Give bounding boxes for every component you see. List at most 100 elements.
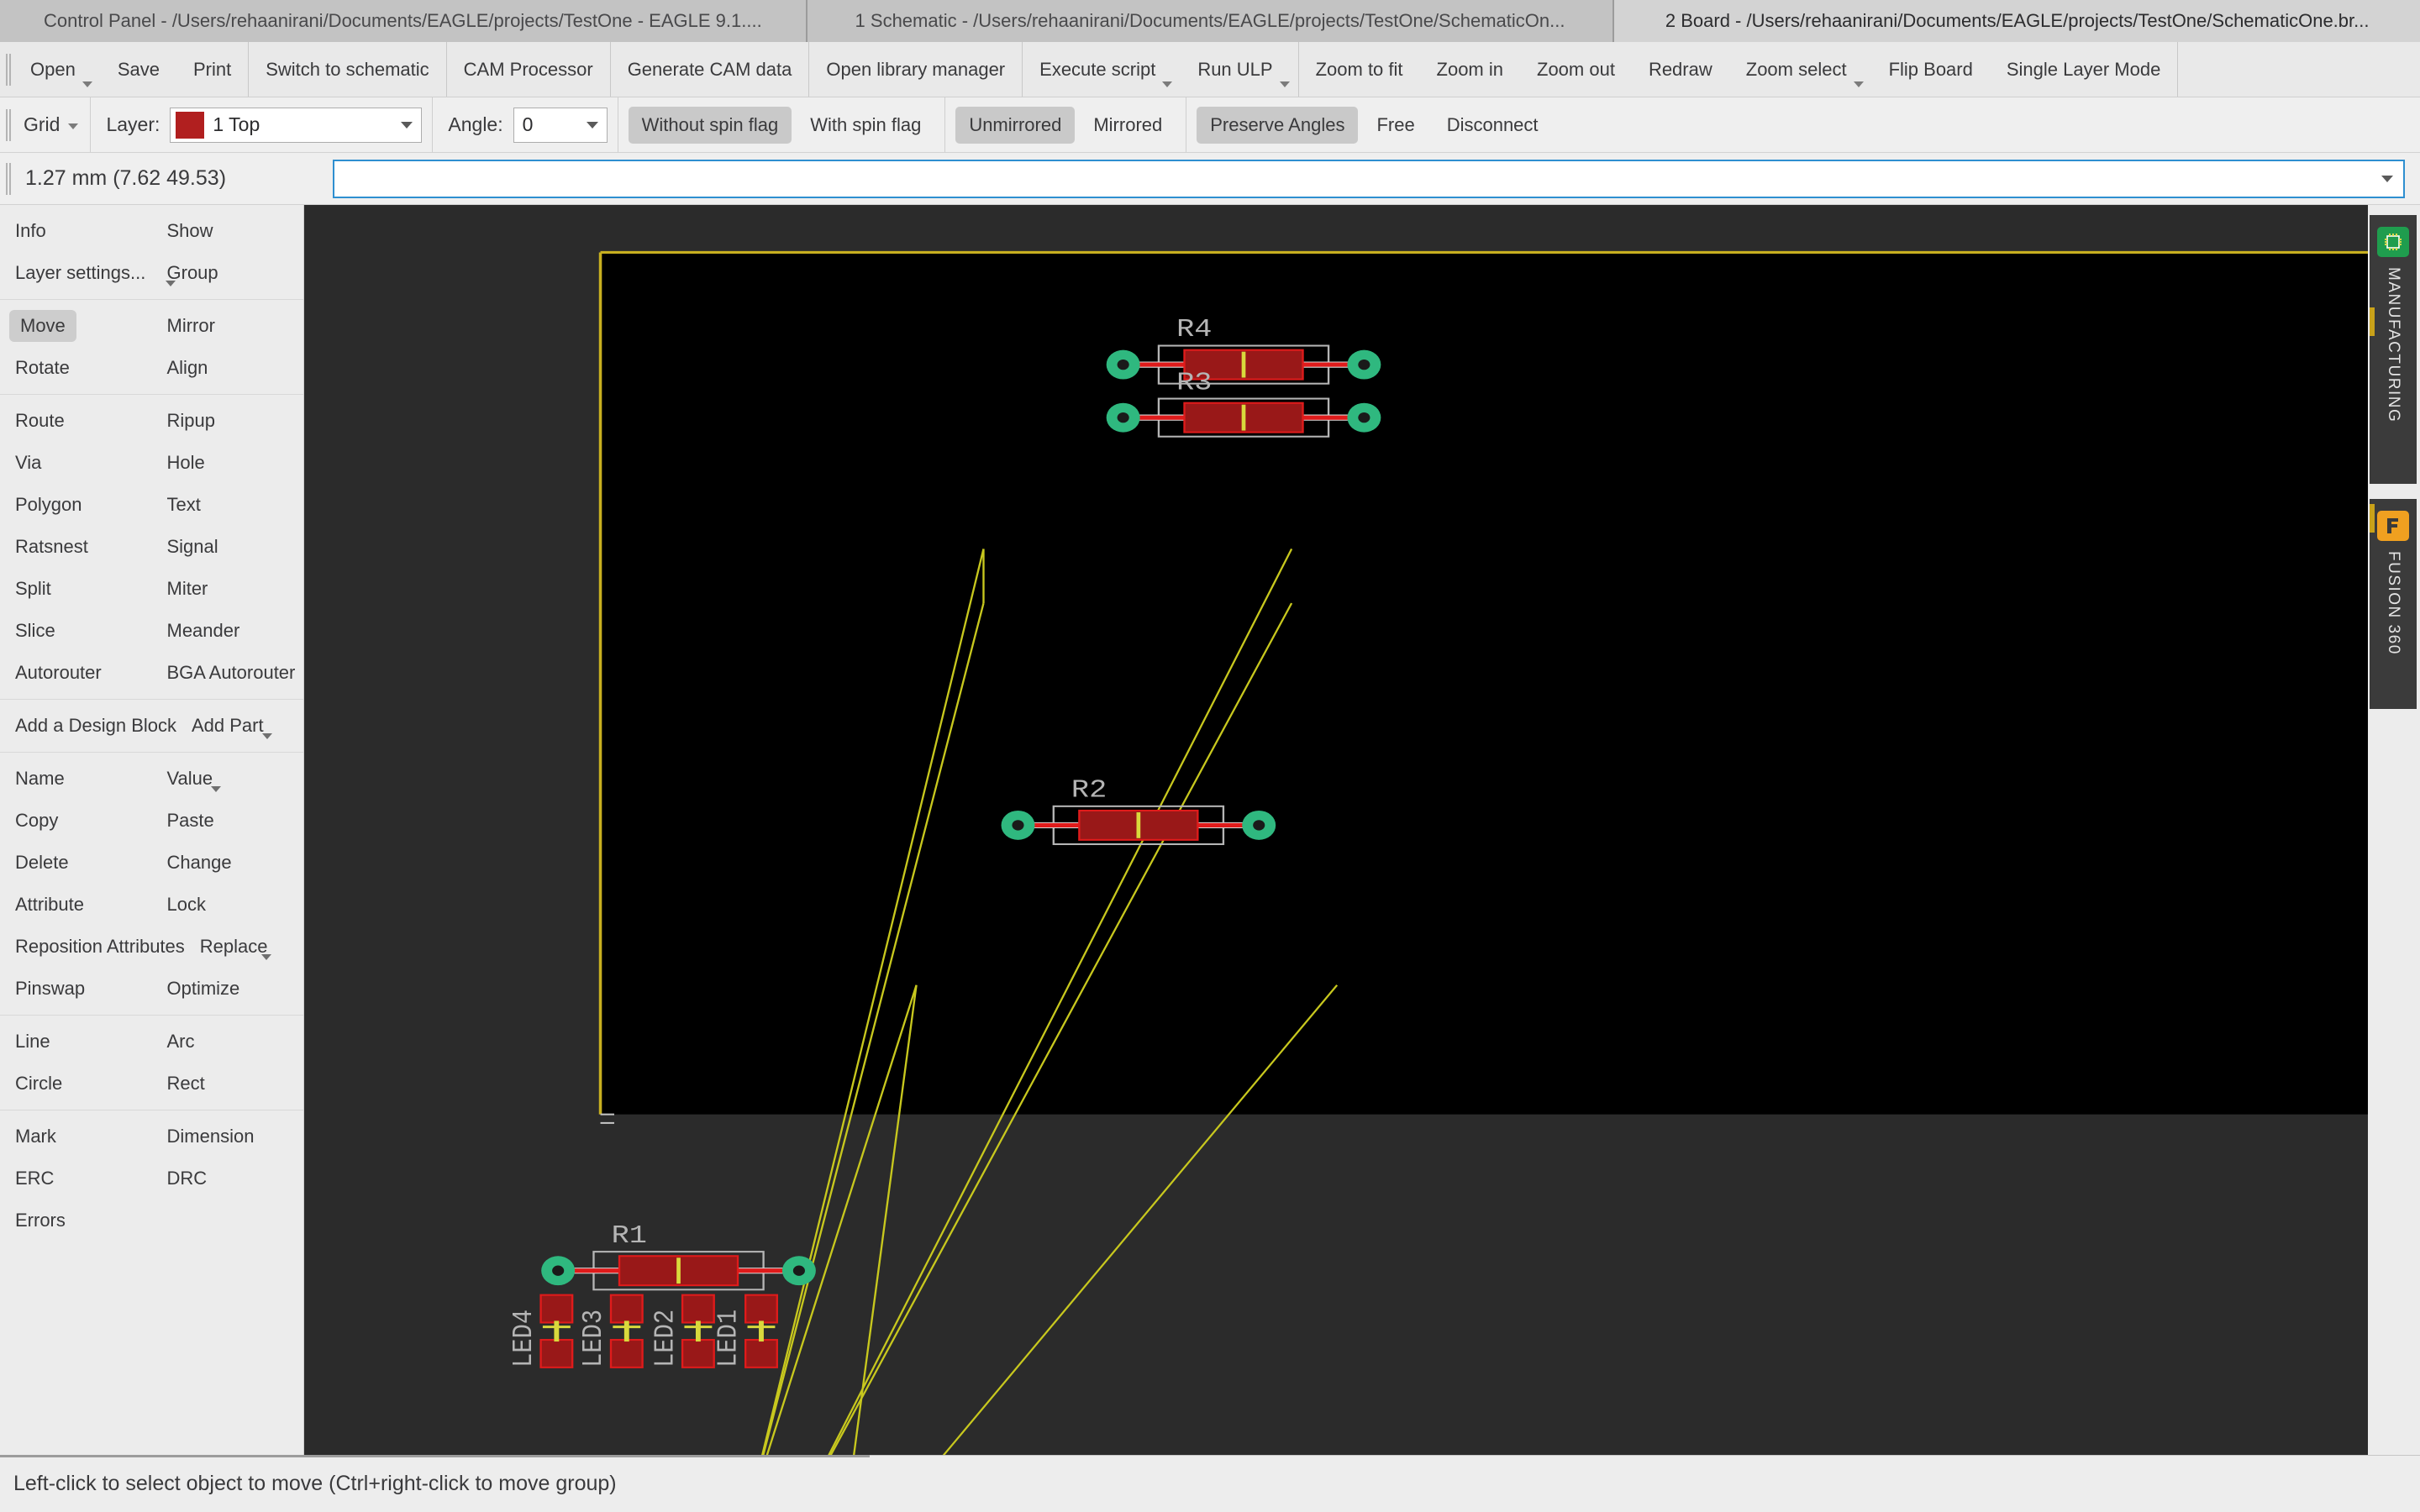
chevron-down-icon[interactable] bbox=[2381, 175, 2393, 182]
chevron-down-icon[interactable] bbox=[262, 733, 272, 739]
dock-panel-fusion-360[interactable]: FUSION 360 bbox=[2370, 499, 2417, 709]
palette-item-split[interactable]: Split bbox=[0, 568, 152, 610]
option-preserve-angles[interactable]: Preserve Angles bbox=[1197, 106, 1359, 144]
dock-panel-manufacturing[interactable]: MANUFACTURING bbox=[2370, 215, 2417, 484]
palette-item-slice[interactable]: Slice bbox=[0, 610, 152, 652]
toolbar-button-open[interactable]: Open bbox=[13, 42, 101, 97]
chevron-down-icon[interactable] bbox=[1279, 81, 1290, 87]
led-anode-pad[interactable] bbox=[681, 1294, 715, 1324]
palette-item-arc[interactable]: Arc bbox=[152, 1021, 304, 1063]
palette-item-group[interactable]: Group bbox=[152, 252, 304, 294]
palette-item-ratsnest[interactable]: Ratsnest bbox=[0, 526, 152, 568]
toolbar-button-zoom-out[interactable]: Zoom out bbox=[1520, 42, 1632, 97]
palette-item-bga-autorouter[interactable]: BGA Autorouter bbox=[152, 652, 304, 694]
palette-item-polygon[interactable]: Polygon bbox=[0, 484, 152, 526]
command-input-box[interactable] bbox=[333, 159, 2405, 198]
toolbar-button-flip-board[interactable]: Flip Board bbox=[1872, 42, 1990, 97]
palette-item-reposition-attributes[interactable]: Reposition Attributes bbox=[0, 926, 185, 968]
palette-item-replace[interactable]: Replace bbox=[185, 926, 303, 968]
led-anode-pad[interactable] bbox=[539, 1294, 574, 1324]
grid-button[interactable]: Grid bbox=[24, 113, 80, 136]
palette-item-layer-settings[interactable]: Layer settings... bbox=[0, 252, 176, 294]
palette-item-change[interactable]: Change bbox=[152, 842, 304, 884]
window-tab-0[interactable]: Control Panel - /Users/rehaanirani/Docum… bbox=[0, 0, 808, 42]
window-tab-1[interactable]: 1 Schematic - /Users/rehaanirani/Documen… bbox=[807, 0, 1615, 42]
layer-select[interactable]: 1 Top bbox=[170, 107, 423, 143]
chevron-down-icon[interactable] bbox=[261, 954, 272, 960]
toolbar-button-open-library-manager[interactable]: Open library manager bbox=[809, 42, 1022, 97]
palette-item-rotate[interactable]: Rotate bbox=[0, 347, 152, 389]
chevron-down-icon[interactable] bbox=[1162, 81, 1173, 87]
chevron-down-icon[interactable] bbox=[1853, 81, 1864, 87]
pcb-canvas-area[interactable]: R4 R3 R2 R1 LED4 LED3 LED2 LED1 bbox=[304, 205, 2368, 1455]
palette-item-line[interactable]: Line bbox=[0, 1021, 152, 1063]
palette-item-value[interactable]: Value bbox=[152, 758, 304, 800]
palette-item-route[interactable]: Route bbox=[0, 400, 152, 442]
option-free[interactable]: Free bbox=[1363, 107, 1428, 144]
toolbar-button-run-ulp[interactable]: Run ULP bbox=[1181, 42, 1297, 97]
palette-item-show[interactable]: Show bbox=[152, 210, 304, 252]
option-mirrored[interactable]: Mirrored bbox=[1080, 107, 1176, 144]
angle-select[interactable]: 0 bbox=[513, 107, 608, 143]
palette-item-align[interactable]: Align bbox=[152, 347, 304, 389]
palette-item-label: Info bbox=[15, 220, 46, 241]
palette-item-miter[interactable]: Miter bbox=[152, 568, 304, 610]
command-drag-handle[interactable] bbox=[0, 163, 13, 195]
led-cathode-pad[interactable] bbox=[744, 1338, 778, 1368]
palette-item-delete[interactable]: Delete bbox=[0, 842, 152, 884]
toolbar-button-redraw[interactable]: Redraw bbox=[1632, 42, 1729, 97]
palette-item-hole[interactable]: Hole bbox=[152, 442, 304, 484]
palette-item-pinswap[interactable]: Pinswap bbox=[0, 968, 152, 1010]
led-cathode-pad[interactable] bbox=[609, 1338, 644, 1368]
options-drag-handle[interactable] bbox=[0, 109, 13, 141]
palette-item-attribute[interactable]: Attribute bbox=[0, 884, 152, 926]
toolbar-button-print[interactable]: Print bbox=[176, 42, 248, 97]
chevron-down-icon[interactable] bbox=[82, 81, 92, 87]
palette-item-move[interactable]: Move bbox=[0, 305, 152, 347]
toolbar-drag-handle[interactable] bbox=[0, 42, 13, 97]
toolbar-button-zoom-in[interactable]: Zoom in bbox=[1420, 42, 1520, 97]
palette-item-text[interactable]: Text bbox=[152, 484, 304, 526]
toolbar-button-cam-processor[interactable]: CAM Processor bbox=[447, 42, 610, 97]
palette-item-ripup[interactable]: Ripup bbox=[152, 400, 304, 442]
toolbar-button-switch-to-schematic[interactable]: Switch to schematic bbox=[249, 42, 445, 97]
palette-item-drc[interactable]: DRC bbox=[152, 1158, 304, 1200]
option-without-spin-flag[interactable]: Without spin flag bbox=[628, 106, 792, 144]
palette-item-erc[interactable]: ERC bbox=[0, 1158, 152, 1200]
palette-item-autorouter[interactable]: Autorouter bbox=[0, 652, 152, 694]
palette-item-errors[interactable]: Errors bbox=[0, 1200, 152, 1242]
palette-item-mirror[interactable]: Mirror bbox=[152, 305, 304, 347]
palette-item-mark[interactable]: Mark bbox=[0, 1116, 152, 1158]
palette-item-add-part[interactable]: Add Part bbox=[176, 705, 303, 747]
option-unmirrored[interactable]: Unmirrored bbox=[955, 106, 1076, 144]
toolbar-button-single-layer-mode[interactable]: Single Layer Mode bbox=[1990, 42, 2177, 97]
palette-item-optimize[interactable]: Optimize bbox=[152, 968, 304, 1010]
command-input[interactable] bbox=[343, 167, 2395, 190]
palette-item-lock[interactable]: Lock bbox=[152, 884, 304, 926]
option-with-spin-flag[interactable]: With spin flag bbox=[797, 107, 934, 144]
palette-item-copy[interactable]: Copy bbox=[0, 800, 152, 842]
palette-item-signal[interactable]: Signal bbox=[152, 526, 304, 568]
led-cathode-pad[interactable] bbox=[681, 1338, 715, 1368]
palette-item-dimension[interactable]: Dimension bbox=[152, 1116, 304, 1158]
pcb-layout-canvas[interactable]: R4 R3 R2 R1 LED4 LED3 LED2 LED1 bbox=[304, 205, 2368, 1455]
chevron-down-icon[interactable] bbox=[211, 786, 221, 792]
toolbar-button-save[interactable]: Save bbox=[101, 42, 176, 97]
palette-item-add-a-design-block[interactable]: Add a Design Block bbox=[0, 705, 176, 747]
palette-item-meander[interactable]: Meander bbox=[152, 610, 304, 652]
led-cathode-pad[interactable] bbox=[539, 1338, 574, 1368]
led-anode-pad[interactable] bbox=[744, 1294, 778, 1324]
toolbar-button-generate-cam-data[interactable]: Generate CAM data bbox=[611, 42, 809, 97]
palette-item-rect[interactable]: Rect bbox=[152, 1063, 304, 1105]
option-disconnect[interactable]: Disconnect bbox=[1434, 107, 1552, 144]
led-anode-pad[interactable] bbox=[609, 1294, 644, 1324]
toolbar-button-zoom-to-fit[interactable]: Zoom to fit bbox=[1299, 42, 1420, 97]
window-tab-2[interactable]: 2 Board - /Users/rehaanirani/Documents/E… bbox=[1614, 0, 2420, 42]
palette-item-circle[interactable]: Circle bbox=[0, 1063, 152, 1105]
palette-item-info[interactable]: Info bbox=[0, 210, 152, 252]
palette-item-name[interactable]: Name bbox=[0, 758, 152, 800]
toolbar-button-zoom-select[interactable]: Zoom select bbox=[1729, 42, 1872, 97]
toolbar-button-execute-script[interactable]: Execute script bbox=[1023, 42, 1181, 97]
palette-item-paste[interactable]: Paste bbox=[152, 800, 304, 842]
palette-item-via[interactable]: Via bbox=[0, 442, 152, 484]
